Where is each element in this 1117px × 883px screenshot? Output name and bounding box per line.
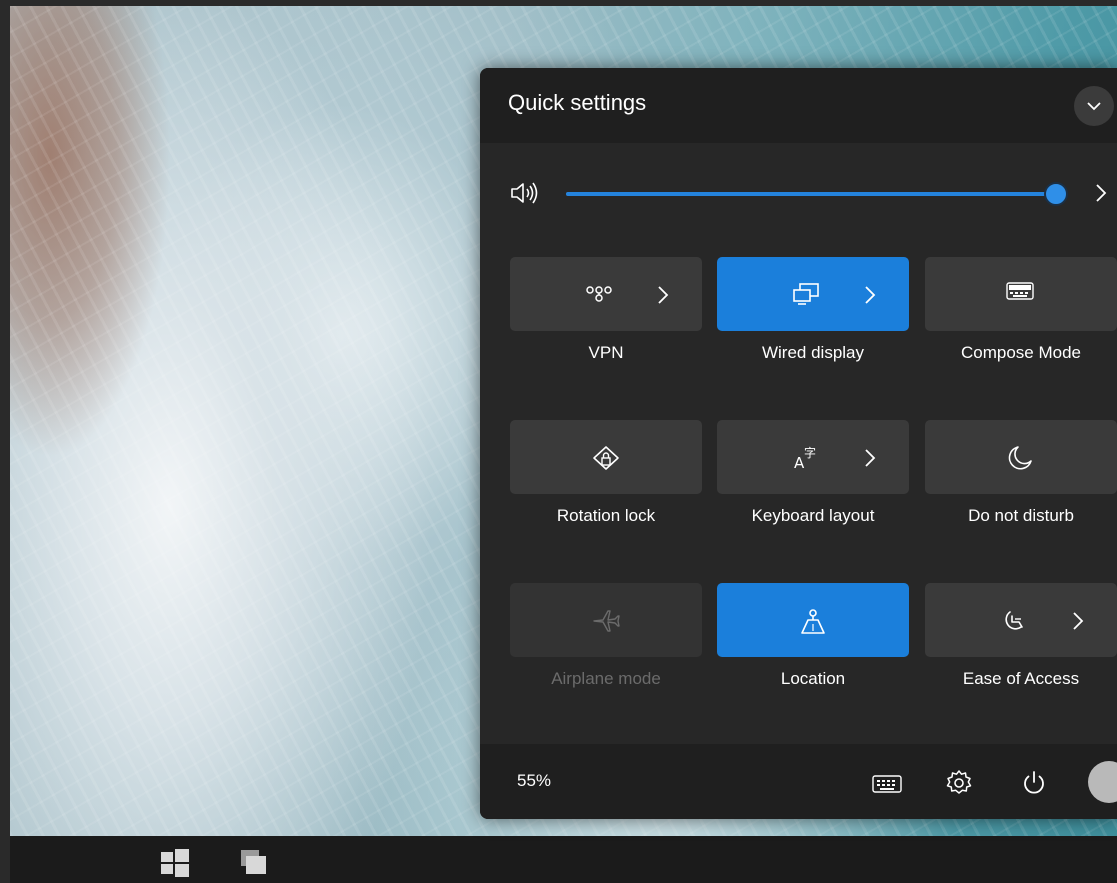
volume-fill [566, 192, 1056, 196]
tile-label: Ease of Access [962, 669, 1080, 688]
gear-icon[interactable] [945, 769, 973, 797]
panel-header: Quick settings [480, 68, 1117, 143]
avatar[interactable] [1088, 761, 1117, 803]
moon-icon [1006, 444, 1034, 476]
chevron-right-icon[interactable] [863, 446, 877, 474]
taskbar [10, 836, 1117, 883]
chevron-down-icon [1087, 102, 1101, 111]
tile-label: Rotation lock [556, 506, 656, 525]
tile-label: Keyboard layout [751, 506, 875, 525]
tile-label: VPN [588, 343, 624, 362]
task-view-icon [241, 850, 266, 874]
volume-slider[interactable] [566, 182, 1068, 206]
collapse-button[interactable] [1074, 86, 1114, 126]
rotation-lock-button[interactable] [510, 420, 702, 494]
tile-label: Do not disturb [968, 506, 1074, 525]
keyboard-layout-button[interactable]: A字 [717, 420, 909, 494]
chevron-right-icon[interactable] [656, 283, 670, 311]
accessibility-icon [999, 607, 1029, 639]
start-button[interactable] [160, 848, 190, 878]
windows-icon [161, 849, 189, 877]
compose-mode-button[interactable] [925, 257, 1117, 331]
battery-percentage: 55% [517, 771, 552, 790]
airplane-mode-button [510, 583, 702, 657]
keyboard-icon [1006, 281, 1034, 305]
volume-thumb[interactable] [1044, 182, 1068, 206]
vpn-button[interactable] [510, 257, 702, 331]
panel-title: Quick settings [508, 90, 647, 115]
tile-label: Wired display [761, 343, 865, 362]
location-icon [798, 607, 828, 641]
svg-text:字: 字 [804, 445, 816, 460]
keyboard-layout-icon: A字 [791, 444, 821, 476]
speaker-icon[interactable] [509, 180, 541, 206]
tile-label: Compose Mode [960, 343, 1081, 362]
volume-row [480, 163, 1117, 223]
wired-display-button[interactable] [717, 257, 909, 331]
chevron-right-icon[interactable] [1071, 609, 1085, 637]
airplane-icon [591, 607, 621, 639]
tile-label: Location [780, 669, 846, 688]
chevron-right-icon[interactable] [863, 283, 877, 311]
panel-footer: 55% [480, 744, 1117, 819]
wired-display-icon [791, 281, 821, 311]
chevron-right-icon[interactable] [1094, 181, 1108, 205]
do-not-disturb-button[interactable] [925, 420, 1117, 494]
vpn-icon [584, 281, 614, 309]
quick-settings-panel: Quick settings VPN Wired display Compose M… [480, 68, 1117, 819]
power-icon[interactable] [1020, 769, 1048, 797]
keyboard-icon[interactable] [872, 774, 902, 794]
task-view-button[interactable] [232, 848, 270, 878]
location-button[interactable] [717, 583, 909, 657]
rotation-lock-icon [591, 444, 621, 476]
tile-label: Airplane mode [551, 669, 661, 688]
ease-of-access-button[interactable] [925, 583, 1117, 657]
